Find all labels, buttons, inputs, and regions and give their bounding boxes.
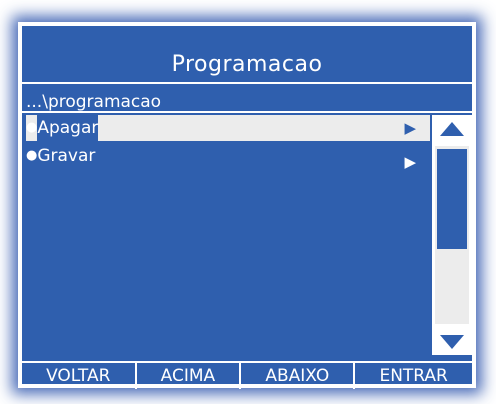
scroll-track[interactable] — [435, 146, 469, 324]
abaixo-button[interactable]: ABAIXO — [241, 363, 356, 389]
menu-item-label: Gravar — [37, 146, 96, 166]
scroll-up-button[interactable] — [435, 115, 469, 142]
menu-item-label: Apagar — [37, 115, 99, 141]
menu-item-apagar[interactable]: ●Apagar ▶ — [26, 115, 430, 141]
softkey-bar: VOLTAR ACIMA ABAIXO ENTRAR — [22, 361, 472, 389]
bullet-icon: ● — [26, 148, 38, 163]
scroll-thumb[interactable] — [437, 149, 467, 249]
menu-list: ●Apagar ▶ ●Gravar ▶ — [22, 115, 432, 355]
breadcrumb-path: ...\programacao — [22, 89, 472, 113]
menu-item-gravar[interactable]: ●Gravar ▶ — [26, 143, 430, 171]
triangle-down-icon — [440, 335, 464, 349]
page-title: Programacao — [22, 26, 472, 84]
scrollbar[interactable] — [432, 115, 472, 355]
acima-button[interactable]: ACIMA — [137, 363, 242, 389]
submenu-arrow-icon: ▶ — [404, 153, 416, 171]
bullet-icon: ● — [26, 120, 38, 135]
voltar-button[interactable]: VOLTAR — [22, 363, 137, 389]
device-screen: Programacao ...\programacao ●Apagar ▶ ●G… — [18, 22, 476, 389]
submenu-arrow-icon: ▶ — [404, 119, 416, 137]
entrar-button[interactable]: ENTRAR — [355, 363, 472, 389]
triangle-up-icon — [440, 122, 464, 136]
scroll-down-button[interactable] — [435, 328, 469, 355]
